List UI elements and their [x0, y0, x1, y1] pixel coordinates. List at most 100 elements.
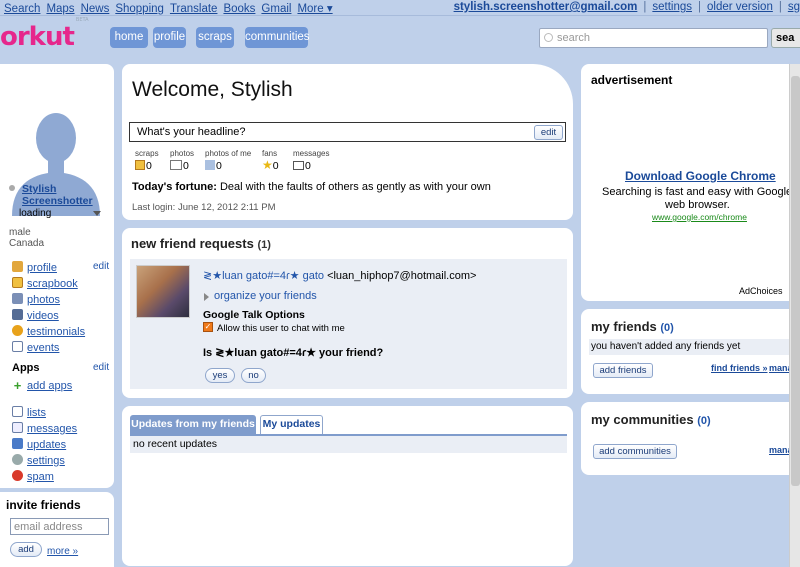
nav-home-button[interactable]: home [110, 27, 148, 48]
page-title: Welcome, Stylish [132, 78, 293, 101]
ad-line-1: Searching is fast and easy with Google's [602, 186, 800, 198]
profile-name[interactable]: Stylish Screenshotter [22, 183, 102, 207]
yes-button[interactable]: yes [205, 368, 235, 383]
stat-messages[interactable]: 0 [293, 160, 311, 172]
headline-prompt: What's your headline? [137, 126, 246, 138]
chevron-down-icon[interactable] [93, 211, 101, 216]
gtalk-checkbox[interactable]: ✓ [203, 322, 213, 332]
account-email[interactable]: stylish.screenshotter@gmail.com [454, 1, 638, 13]
find-friends-link[interactable]: find friends » [711, 363, 768, 373]
more-invite-link[interactable]: more » [47, 546, 78, 557]
tag-icon [205, 160, 215, 170]
friend-photo[interactable] [136, 265, 190, 318]
photos-icon [170, 160, 182, 170]
orkut-logo[interactable]: orkutBETA [0, 17, 89, 52]
google-link-search[interactable]: Search [4, 3, 40, 15]
invite-friends-panel: invite friends email address add more » [0, 492, 114, 567]
spam-icon [12, 470, 23, 481]
sign-out-link[interactable]: sg [788, 1, 800, 13]
my-friends-heading: my friends (0) [591, 319, 674, 334]
testimonials-icon [12, 325, 23, 336]
nav-scraps-button[interactable]: scraps [196, 27, 234, 48]
sidebar-item-lists[interactable]: lists [12, 406, 46, 419]
sidebar-item-videos[interactable]: videos [12, 309, 59, 322]
add-invite-button[interactable]: add [10, 542, 42, 557]
tab-updates-from-friends[interactable]: Updates from my friends [130, 415, 256, 434]
page-scrollbar[interactable] [789, 64, 800, 567]
add-friends-button[interactable]: add friends [593, 363, 653, 378]
my-friends-panel: my friends (0) you haven't added any fri… [581, 309, 800, 394]
ad-url[interactable]: www.google.com/chrome [652, 212, 747, 222]
sidebar-item-add-apps[interactable]: + add apps [12, 379, 73, 392]
search-placeholder: search [557, 32, 591, 44]
add-communities-button[interactable]: add communities [593, 444, 677, 459]
welcome-panel: Welcome, Stylish What's your headline? e… [122, 64, 573, 220]
lists-icon [12, 406, 23, 417]
older-version-link[interactable]: older version [707, 1, 773, 13]
stat-photos[interactable]: 0 [170, 160, 189, 172]
sidebar-item-events[interactable]: events [12, 341, 59, 354]
settings-icon [12, 454, 23, 465]
sidebar-item-scrapbook[interactable]: scrapbook [12, 277, 78, 290]
stat-scraps-label: scraps [135, 149, 159, 158]
edit-apps-link[interactable]: edit [93, 362, 109, 373]
friend-email: <luan_hiphop7@hotmail.com> [327, 270, 477, 282]
stat-photos-label: photos [170, 149, 195, 158]
search-input[interactable]: search [539, 28, 768, 48]
scrollbar-thumb[interactable] [791, 76, 800, 486]
google-link-books[interactable]: Books [223, 3, 255, 15]
sidebar-item-testimonials[interactable]: testimonials [12, 325, 85, 338]
gtalk-allow-label: Allow this user to chat with me [217, 323, 345, 334]
no-button[interactable]: no [241, 368, 266, 383]
stat-scraps[interactable]: 0 [135, 160, 152, 172]
email-field[interactable]: email address [10, 518, 109, 535]
presence-icon [9, 185, 15, 191]
friend-question: Is ≷★luan gato#=4ɾ★ your friend? [203, 347, 384, 359]
friend-requests-panel: new friend requests (1) ≷★luan gato#=4ɾ★… [122, 228, 573, 398]
scrapbook-icon [135, 160, 145, 170]
google-link-more[interactable]: More ▾ [297, 3, 332, 15]
friends-empty-text: you haven't added any friends yet [591, 341, 741, 352]
profile-country: Canada [9, 238, 45, 249]
sidebar-item-photos[interactable]: photos [12, 293, 60, 306]
ad-title-link[interactable]: Download Google Chrome [625, 169, 776, 183]
nav-communities-button[interactable]: communities [245, 27, 310, 48]
scrapbook-icon [12, 277, 23, 288]
status-select[interactable]: loading [19, 208, 51, 219]
nav-profile-button[interactable]: profile [153, 27, 186, 48]
google-link-shopping[interactable]: Shopping [115, 3, 164, 15]
my-communities-panel: my communities (0) add communities mana [581, 402, 800, 475]
google-link-gmail[interactable]: Gmail [261, 3, 291, 15]
friend-name-link[interactable]: ≷★luan gato#=4ɾ★ gato [203, 270, 324, 282]
sidebar-item-profile[interactable]: profile [12, 261, 57, 274]
sidebar-item-spam[interactable]: spam [12, 470, 54, 483]
google-link-news[interactable]: News [81, 3, 110, 15]
search-button[interactable]: sea [771, 28, 800, 48]
account-links: stylish.screenshotter@gmail.com | settings… [453, 1, 800, 13]
sidebar-item-settings[interactable]: settings [12, 454, 65, 467]
updates-panel: Updates from my friends My updates no re… [122, 406, 573, 566]
apps-heading: Apps [12, 362, 40, 374]
stat-fans-label: fans [262, 149, 278, 158]
no-updates-text: no recent updates [133, 438, 218, 450]
organize-friends-link[interactable]: organize your friends [214, 290, 317, 302]
stat-photos-of-me-label: photos of me [205, 149, 252, 158]
adchoices-link[interactable]: AdChoices [739, 286, 783, 296]
settings-link[interactable]: settings [652, 1, 692, 13]
sidebar-item-messages[interactable]: messages [12, 422, 77, 435]
google-bar: Search Maps News Shopping Translate Books Gmai… [0, 0, 800, 16]
google-link-translate[interactable]: Translate [170, 3, 218, 15]
sidebar-item-updates[interactable]: updates [12, 438, 66, 451]
headline-box[interactable]: What's your headline? edit [129, 122, 566, 142]
google-link-maps[interactable]: Maps [46, 3, 74, 15]
envelope-icon [293, 161, 304, 170]
edit-headline-button[interactable]: edit [534, 125, 563, 140]
stat-fans[interactable]: ★0 [262, 158, 279, 172]
profile-gender: male [9, 227, 31, 238]
edit-profile-link[interactable]: edit [93, 261, 109, 272]
stat-photos-of-me[interactable]: 0 [205, 160, 222, 172]
stat-messages-label: messages [293, 149, 330, 158]
tab-my-updates[interactable]: My updates [260, 415, 323, 434]
friends-empty-row: you haven't added any friends yet [589, 339, 800, 355]
photos-icon [12, 293, 23, 304]
